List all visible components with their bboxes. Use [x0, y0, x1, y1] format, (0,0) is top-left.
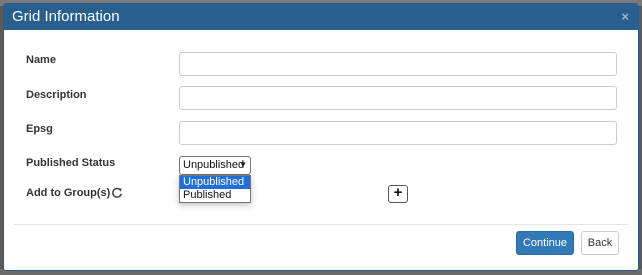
name-label: Name	[26, 54, 56, 66]
published-status-select[interactable]: Unpublished ▼	[179, 156, 251, 175]
modal-title: Grid Information	[12, 8, 120, 25]
footer-divider	[14, 224, 628, 225]
add-group-button[interactable]: +	[388, 185, 408, 203]
back-button[interactable]: Back	[581, 231, 619, 255]
continue-button[interactable]: Continue	[516, 231, 574, 255]
epsg-input[interactable]	[179, 121, 617, 145]
name-input[interactable]	[179, 52, 617, 76]
option-unpublished[interactable]: Unpublished	[180, 176, 250, 189]
grid-information-modal: Grid Information × Name Description Epsg…	[3, 3, 639, 271]
published-status-value: Unpublished	[183, 159, 245, 171]
close-icon[interactable]: ×	[621, 9, 629, 24]
chevron-down-icon: ▼	[239, 160, 247, 169]
option-published[interactable]: Published	[180, 189, 250, 202]
published-status-label: Published Status	[26, 157, 116, 169]
add-to-groups-label: Add to Group(s)	[26, 187, 111, 199]
epsg-label: Epsg	[26, 123, 53, 135]
published-status-dropdown: Unpublished Published	[179, 175, 251, 203]
modal-header: Grid Information ×	[4, 4, 638, 30]
refresh-icon[interactable]	[111, 187, 123, 199]
description-input[interactable]	[179, 86, 617, 110]
description-label: Description	[26, 89, 87, 101]
